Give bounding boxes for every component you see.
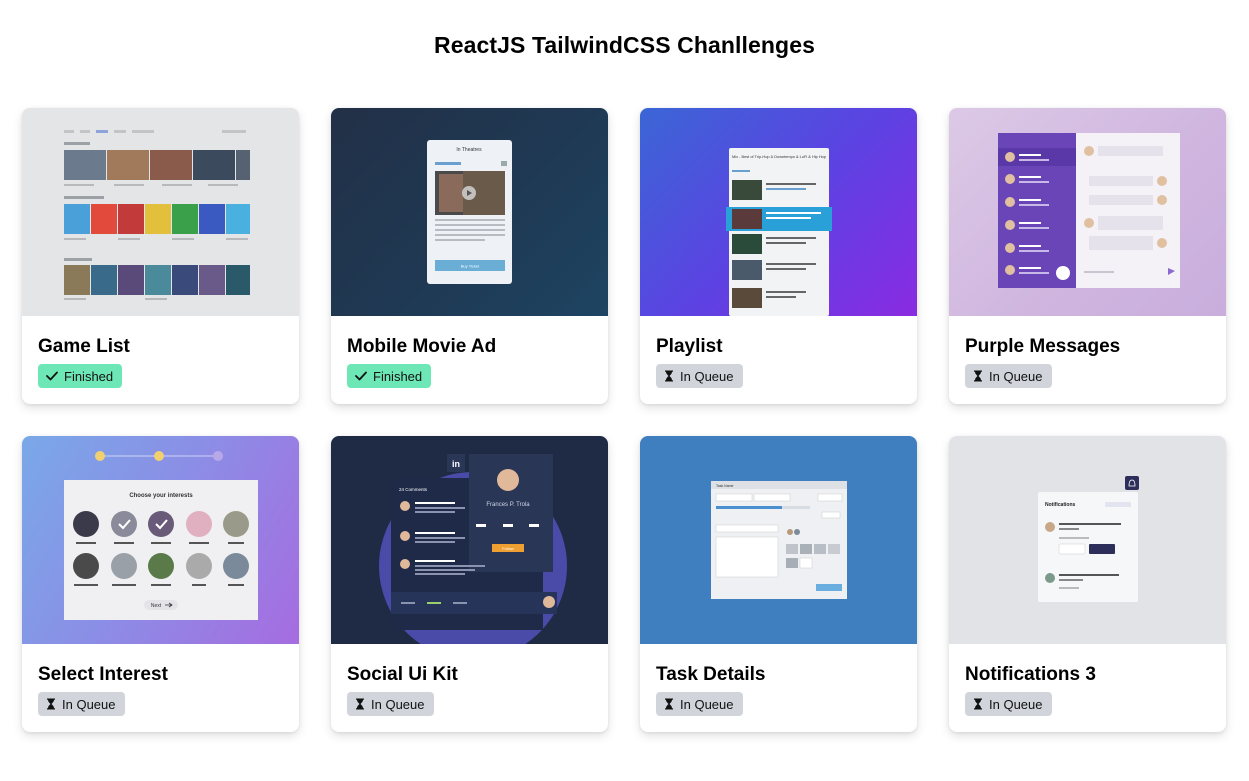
card-info: Notifications 3 In Queue <box>949 644 1226 716</box>
card-info: Purple Messages In Queue <box>949 316 1226 388</box>
challenge-card-notifications-3[interactable]: Notifications Notifications 3 In Queue <box>949 436 1226 732</box>
card-info: Game List Finished <box>22 316 299 388</box>
status-label: In Queue <box>989 696 1043 712</box>
status-badge: Finished <box>38 364 123 388</box>
notif-title-text: Notifications <box>1045 502 1075 508</box>
hourglass-icon <box>665 698 673 710</box>
playlist-title-text: Mix - Best of Trip-Hop & Downtempo & LoF… <box>732 154 827 159</box>
social-ui-kit-preview-image: in Frances P. Trola Follow 24 Comments <box>331 436 608 644</box>
status-badge: In Queue <box>656 364 743 388</box>
status-label: Finished <box>373 368 423 384</box>
purple-messages-preview-image <box>949 108 1226 316</box>
card-title: Mobile Movie Ad <box>347 336 497 357</box>
status-badge: In Queue <box>38 692 125 716</box>
page-title: ReactJS TailwindCSS Chanllenges <box>434 32 815 58</box>
playlist-preview-image: Mix - Best of Trip-Hop & Downtempo & LoF… <box>640 108 917 316</box>
card-info: Task Details In Queue <box>640 644 917 716</box>
svg-text:in: in <box>452 459 460 469</box>
card-info: Mobile Movie Ad Finished <box>331 316 608 388</box>
challenge-grid: Game List Finished In Theatres Buy Ticke… <box>22 108 1228 732</box>
card-title: Notifications 3 <box>965 664 1096 685</box>
status-label: In Queue <box>989 368 1043 384</box>
status-label: In Queue <box>680 368 734 384</box>
card-title: Task Details <box>656 664 766 685</box>
challenge-card-purple-messages[interactable]: Purple Messages In Queue <box>949 108 1226 404</box>
status-label: Finished <box>64 368 114 384</box>
interest-heading-text: Choose your interests <box>129 493 193 499</box>
social-name-text: Frances P. Trola <box>486 502 530 508</box>
card-title: Social Ui Kit <box>347 664 458 685</box>
status-badge: In Queue <box>656 692 743 716</box>
select-interest-preview-image: Choose your interests Next <box>22 436 299 644</box>
status-label: In Queue <box>371 696 425 712</box>
hourglass-icon <box>974 370 982 382</box>
task-details-preview-image: Task Name <box>640 436 917 644</box>
hourglass-icon <box>47 698 55 710</box>
social-comments-text: 24 Comments <box>399 487 428 492</box>
status-badge: In Queue <box>347 692 434 716</box>
status-label: In Queue <box>62 696 116 712</box>
status-badge: In Queue <box>965 364 1052 388</box>
interest-next-text: Next <box>151 603 162 609</box>
status-label: In Queue <box>680 696 734 712</box>
hourglass-icon <box>665 370 673 382</box>
mobile-movie-ad-preview-image: In Theatres Buy Ticket <box>331 108 608 316</box>
card-title: Playlist <box>656 336 723 357</box>
task-title-text: Task Name <box>716 484 734 488</box>
card-title: Select Interest <box>38 664 168 685</box>
challenge-card-playlist[interactable]: Mix - Best of Trip-Hop & Downtempo & LoF… <box>640 108 917 404</box>
movie-header-text: In Theatres <box>456 147 482 153</box>
challenge-card-select-interest[interactable]: Choose your interests Next Select Intere… <box>22 436 299 732</box>
challenge-card-mobile-movie-ad[interactable]: In Theatres Buy Ticket Mobile Movie Ad F… <box>331 108 608 404</box>
card-info: Playlist In Queue <box>640 316 917 388</box>
game-list-preview-image <box>22 108 299 316</box>
hourglass-icon <box>356 698 364 710</box>
status-badge: In Queue <box>965 692 1052 716</box>
check-icon <box>355 371 367 381</box>
notifications-3-preview-image: Notifications <box>949 436 1226 644</box>
status-badge: Finished <box>347 364 432 388</box>
challenge-card-task-details[interactable]: Task Name Task Details In Queue <box>640 436 917 732</box>
card-title: Purple Messages <box>965 336 1121 357</box>
card-info: Select Interest In Queue <box>22 644 299 716</box>
check-icon <box>46 371 58 381</box>
challenge-card-social-ui-kit[interactable]: in Frances P. Trola Follow 24 Comments S… <box>331 436 608 732</box>
social-follow-text: Follow <box>502 546 514 551</box>
challenge-card-game-list[interactable]: Game List Finished <box>22 108 299 404</box>
card-title: Game List <box>38 336 130 357</box>
card-info: Social Ui Kit In Queue <box>331 644 608 716</box>
movie-button-text: Buy Ticket <box>461 264 480 269</box>
hourglass-icon <box>974 698 982 710</box>
